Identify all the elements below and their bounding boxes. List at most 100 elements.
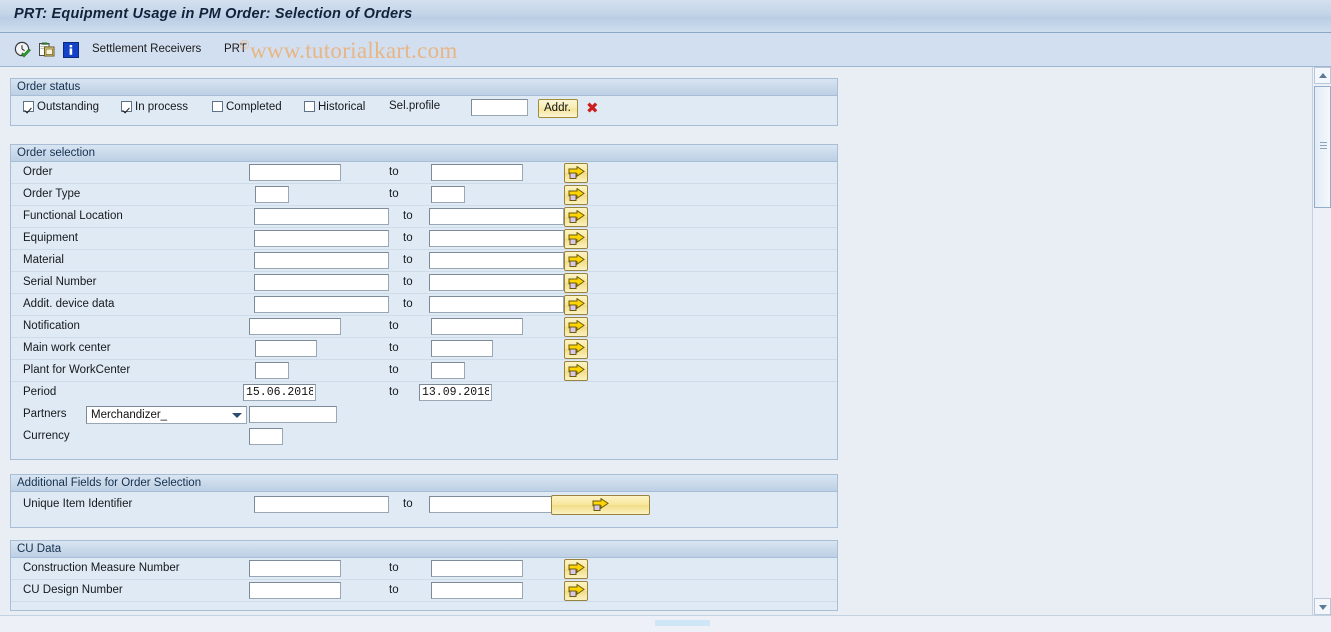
multi-select-button[interactable] — [564, 273, 588, 293]
panel-order-selection: Order selection Order to Order Type to Funct… — [10, 144, 838, 460]
row-notification: Notification to — [11, 316, 837, 338]
multi-select-button[interactable] — [564, 317, 588, 337]
row-currency-label: Currency — [23, 430, 70, 442]
field-to-input[interactable] — [431, 362, 465, 379]
to-label: to — [389, 562, 399, 574]
row-label: CU Design Number — [23, 584, 123, 596]
field-to-input[interactable] — [429, 252, 564, 269]
field-to-input[interactable] — [429, 230, 564, 247]
row-label: Main work center — [23, 342, 111, 354]
multi-select-button[interactable] — [564, 295, 588, 315]
field-from-input[interactable] — [254, 496, 389, 513]
horizontal-scrollbar-thumb[interactable] — [655, 620, 710, 626]
horizontal-scrollbar[interactable] — [0, 615, 1331, 632]
checkbox-outstanding-box — [23, 101, 34, 112]
field-to-input[interactable] — [431, 582, 523, 599]
row-period-label: Period — [23, 386, 57, 398]
vertical-scrollbar-thumb[interactable] — [1314, 86, 1331, 208]
row-label: Serial Number — [23, 276, 97, 288]
multi-select-button[interactable] — [564, 339, 588, 359]
checkbox-in-process-box — [121, 101, 132, 112]
prt-button[interactable]: PRT — [224, 43, 247, 55]
field-to-input[interactable] — [431, 186, 465, 203]
checkbox-completed[interactable]: Completed — [212, 99, 282, 113]
field-from-input[interactable] — [249, 164, 341, 181]
field-to-input[interactable] — [431, 164, 523, 181]
sel-profile-input[interactable] — [471, 99, 528, 116]
multi-select-button[interactable] — [564, 207, 588, 227]
row-label: Functional Location — [23, 210, 123, 222]
row-partners: Partners Merchandizer_ — [11, 404, 837, 426]
row-addit-device-data: Addit. device data to — [11, 294, 837, 316]
to-label: to — [403, 254, 413, 266]
info-icon[interactable] — [62, 41, 80, 59]
order-selection-rows: Order to Order Type to Functional Location to… — [11, 162, 837, 382]
partners-select[interactable]: Merchandizer_ — [86, 406, 247, 424]
row-label: Addit. device data — [23, 298, 115, 310]
row-functional-location: Functional Location to — [11, 206, 837, 228]
field-from-input[interactable] — [254, 274, 389, 291]
additional-fields-rows: Unique Item Identifier to — [11, 494, 837, 516]
vertical-scrollbar[interactable] — [1312, 67, 1331, 615]
to-label: to — [403, 276, 413, 288]
field-from-input[interactable] — [255, 186, 289, 203]
scroll-up-button[interactable] — [1314, 67, 1331, 84]
checkbox-outstanding[interactable]: Outstanding — [23, 99, 99, 113]
multi-select-button[interactable] — [564, 581, 588, 601]
multi-select-arrow-icon — [568, 210, 585, 223]
row-main-work-center: Main work center to — [11, 338, 837, 360]
triangle-up-icon — [1319, 73, 1327, 78]
currency-input[interactable] — [249, 428, 283, 445]
checkbox-historical[interactable]: Historical — [304, 99, 365, 113]
field-from-input[interactable] — [255, 340, 317, 357]
period-from-input[interactable] — [243, 384, 316, 401]
multi-select-button[interactable] — [564, 251, 588, 271]
panel-order-selection-title: Order selection — [11, 145, 837, 162]
row-partners-label: Partners — [23, 408, 67, 420]
copy-icon[interactable] — [38, 41, 56, 59]
field-from-input[interactable] — [249, 318, 341, 335]
field-from-input[interactable] — [254, 230, 389, 247]
tutorialkart-watermark: ©www.tutorialkart.com — [239, 38, 458, 64]
period-to-input[interactable] — [419, 384, 492, 401]
checkbox-in-process[interactable]: In process — [121, 99, 188, 113]
field-to-input[interactable] — [429, 296, 564, 313]
multi-select-button[interactable] — [564, 361, 588, 381]
field-to-input[interactable] — [431, 560, 523, 577]
multi-select-button[interactable] — [564, 559, 588, 579]
row-plant-for-workcenter: Plant for WorkCenter to — [11, 360, 837, 382]
multi-select-button[interactable] — [551, 495, 650, 515]
row-material: Material to — [11, 250, 837, 272]
row-order-type: Order Type to — [11, 184, 837, 206]
addr-button[interactable]: Addr. — [538, 99, 578, 118]
field-to-input[interactable] — [431, 318, 523, 335]
multi-select-arrow-icon — [568, 232, 585, 245]
scroll-down-button[interactable] — [1314, 598, 1331, 615]
to-label: to — [389, 342, 399, 354]
multi-select-button[interactable] — [564, 229, 588, 249]
settlement-receivers-button[interactable]: Settlement Receivers — [92, 43, 201, 55]
multi-select-button[interactable] — [564, 185, 588, 205]
field-from-input[interactable] — [254, 208, 389, 225]
field-from-input[interactable] — [254, 296, 389, 313]
field-from-input[interactable] — [254, 252, 389, 269]
partners-value-input[interactable] — [249, 406, 337, 423]
watermark-text: www.tutorialkart.com — [249, 38, 458, 63]
panel-cu-data-title: CU Data — [11, 541, 837, 558]
delete-row-icon[interactable]: ✖ — [586, 101, 599, 116]
field-from-input[interactable] — [249, 582, 341, 599]
period-to-label: to — [389, 386, 399, 398]
field-from-input[interactable] — [255, 362, 289, 379]
row-label: Material — [23, 254, 64, 266]
field-to-input[interactable] — [429, 496, 564, 513]
execute-clock-icon[interactable] — [14, 41, 32, 59]
row-serial-number: Serial Number to — [11, 272, 837, 294]
field-to-input[interactable] — [431, 340, 493, 357]
field-to-input[interactable] — [429, 274, 564, 291]
field-to-input[interactable] — [429, 208, 564, 225]
field-from-input[interactable] — [249, 560, 341, 577]
multi-select-button[interactable] — [564, 163, 588, 183]
partners-select-value: Merchandizer_ — [91, 409, 168, 421]
cu-data-rows: Construction Measure Number to CU Design N… — [11, 558, 837, 602]
row-label: Plant for WorkCenter — [23, 364, 131, 376]
